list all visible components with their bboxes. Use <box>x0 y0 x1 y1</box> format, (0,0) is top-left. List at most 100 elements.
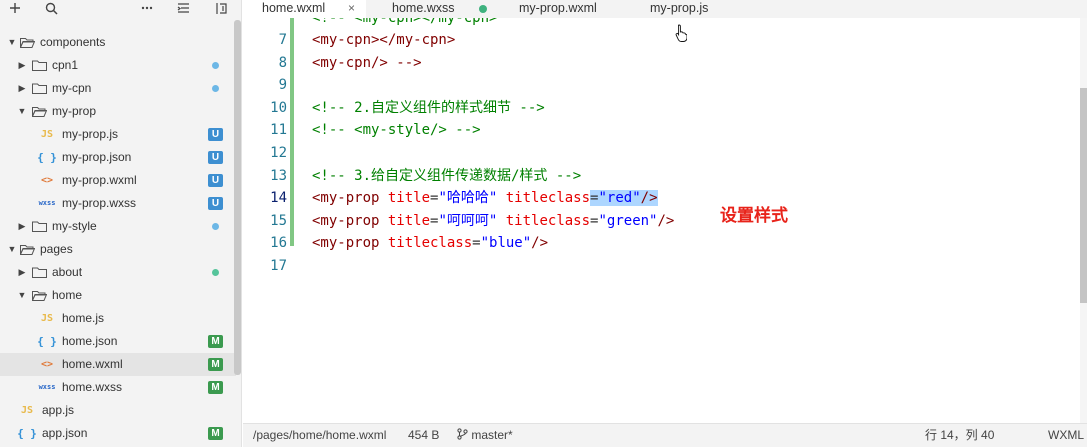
plus-icon[interactable] <box>5 0 25 18</box>
wxml-file-icon: <> <box>40 359 54 370</box>
file-explorer-sidebar: ▼ components ▶ cpn1 ▶ my-cpn ▼ my-prop JS my-prop… <box>0 0 242 447</box>
folder-icon <box>32 267 47 278</box>
git-status-badge: M <box>208 427 223 440</box>
tree-folder[interactable]: ▶ about <box>0 261 236 284</box>
close-icon[interactable]: × <box>348 0 355 16</box>
git-status-badge: M <box>208 358 223 371</box>
code-token: "blue" <box>480 235 532 252</box>
git-branch-icon <box>457 428 468 440</box>
folder-icon <box>32 221 47 232</box>
code-token: "red" <box>598 190 641 207</box>
code-token: /> <box>657 212 675 229</box>
tree-file[interactable]: { } my-prop.json U <box>0 146 236 169</box>
modified-dot-icon <box>479 5 487 13</box>
code-token: title <box>387 190 431 207</box>
chevron-down-icon[interactable]: ▼ <box>7 238 17 261</box>
tree-folder[interactable]: ▼ pages <box>0 238 236 261</box>
line-number: 9 <box>278 77 287 94</box>
tree-file[interactable]: { } app.json M <box>0 422 236 445</box>
code-line: <my-cpn/> --> <box>312 52 422 74</box>
line-number: 12 <box>270 145 287 161</box>
editor-scrollbar-thumb[interactable] <box>1080 88 1087 303</box>
tree-folder[interactable]: ▶ my-cpn <box>0 77 236 100</box>
code-line: <!-- <my-style/> --> <box>312 119 481 141</box>
tree-folder[interactable]: ▶ my-style <box>0 215 236 238</box>
code-token: <!-- 2.自定义组件的样式细节 --> <box>312 99 545 116</box>
json-file-icon: { } <box>17 427 37 440</box>
sidebar-scrollbar[interactable] <box>234 20 241 375</box>
js-file-icon: JS <box>20 405 34 416</box>
tree-file[interactable]: wxss home.wxss M <box>0 376 236 399</box>
search-icon[interactable] <box>41 0 61 18</box>
tree-file[interactable]: JS home.js <box>0 307 236 330</box>
code-token: <my-prop <box>312 212 388 229</box>
tree-file[interactable]: { } home.json M <box>0 330 236 353</box>
tree-folder[interactable]: ▼ components <box>0 31 236 54</box>
tree-folder[interactable]: ▼ home <box>0 284 236 307</box>
git-status-badge: M <box>208 381 223 394</box>
code-token: "呵呵呵" <box>438 212 498 229</box>
tab-my-prop-js[interactable]: my-prop.js <box>627 0 747 18</box>
code-token: <my-cpn></my-cpn> <box>312 32 456 48</box>
chevron-down-icon[interactable]: ▼ <box>17 100 27 123</box>
split-icon[interactable] <box>211 0 231 18</box>
code-line: <my-prop titleclass="blue"/> <box>312 232 548 254</box>
tab-home-wxml[interactable]: home.wxml × <box>243 0 366 18</box>
folder-icon <box>32 60 47 71</box>
mouse-cursor-icon <box>675 24 687 42</box>
git-status-badge: U <box>208 174 223 187</box>
code-editor[interactable]: <!-- <my-cpn></my-cpn> 7 <my-cpn></my-cpn… <box>243 18 1080 423</box>
chevron-right-icon[interactable]: ▶ <box>17 77 27 100</box>
code-token: <my-prop <box>312 235 388 252</box>
git-status-dot <box>212 223 219 230</box>
tree-file[interactable]: <> home.wxml M <box>0 353 236 376</box>
explorer-toolbar <box>0 0 241 18</box>
folder-open-icon <box>32 291 47 301</box>
tree-file[interactable]: wxss my-prop.wxss U <box>0 192 236 215</box>
code-token: <!-- <my-style/> --> <box>312 122 481 139</box>
tree-file[interactable]: <> my-prop.wxml U <box>0 169 236 192</box>
file-size: 454 B <box>408 428 440 442</box>
tree-item-label: components <box>40 35 106 49</box>
code-token: "green" <box>598 212 658 229</box>
tree-file[interactable]: JS app.js <box>0 399 236 422</box>
tree-item-label: home.json <box>62 334 118 348</box>
cursor-position[interactable]: 行 14，列 40 <box>925 424 994 446</box>
more-icon[interactable] <box>137 0 157 18</box>
code-token: titleclass <box>505 190 591 207</box>
wxss-file-icon: wxss <box>38 199 56 207</box>
collapse-icon[interactable] <box>173 0 193 18</box>
tree-item-label: my-prop <box>52 104 97 118</box>
git-branch[interactable]: master* <box>457 424 513 446</box>
chevron-right-icon[interactable]: ▶ <box>17 215 27 238</box>
language-mode[interactable]: WXML <box>1048 424 1084 446</box>
git-status-badge: U <box>208 128 223 141</box>
chevron-down-icon[interactable]: ▼ <box>7 31 17 54</box>
json-file-icon: { } <box>37 151 57 164</box>
tree-item-label: home <box>52 288 83 302</box>
wxml-file-icon: <> <box>40 175 54 186</box>
tree-file[interactable]: JS my-prop.js U <box>0 123 236 146</box>
tree-folder[interactable]: ▶ cpn1 <box>0 54 236 77</box>
editor-tab-bar: home.wxml × home.wxss my-prop.wxml my-pr… <box>243 0 1087 18</box>
annotation-text: 设置样式 <box>720 206 788 226</box>
branch-label: master* <box>471 428 513 442</box>
line-number: 15 <box>270 212 287 229</box>
code-line: <my-prop title="呵呵呵" titleclass="green"/… <box>312 210 674 232</box>
chevron-right-icon[interactable]: ▶ <box>17 54 27 77</box>
git-status-dot <box>212 85 219 92</box>
tree-folder[interactable]: ▼ my-prop <box>0 100 236 123</box>
js-file-icon: JS <box>40 129 54 140</box>
tab-my-prop-wxml[interactable]: my-prop.wxml <box>496 0 627 18</box>
folder-icon <box>32 83 47 94</box>
tab-home-wxss[interactable]: home.wxss <box>366 0 496 18</box>
js-file-icon: JS <box>40 313 54 324</box>
chevron-down-icon[interactable]: ▼ <box>17 284 27 307</box>
chevron-right-icon[interactable]: ▶ <box>17 261 27 284</box>
tab-label: home.wxml <box>262 1 326 15</box>
tab-label: home.wxss <box>392 1 455 15</box>
tree-item-label: my-prop.js <box>62 127 119 141</box>
code-token: <my-prop <box>312 190 388 207</box>
